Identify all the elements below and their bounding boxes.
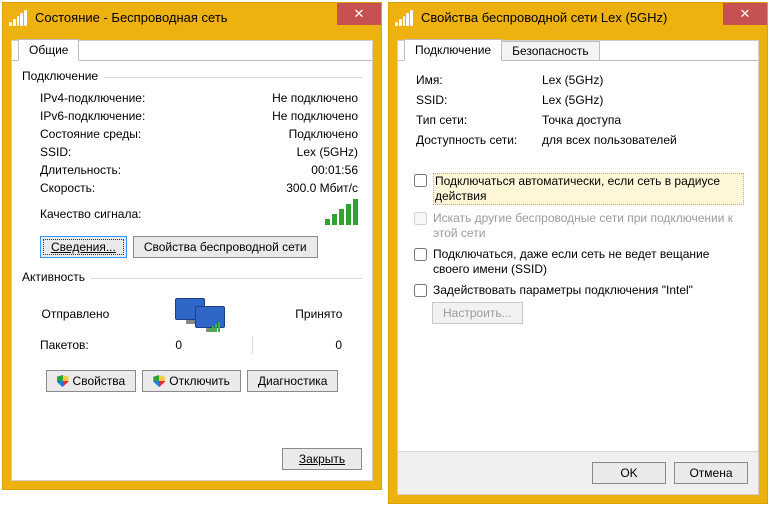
wifi-icon — [9, 10, 27, 26]
status-window: Состояние - Беспроводная сеть ✕ Общие По… — [2, 2, 382, 490]
sent-label: Отправлено — [42, 307, 110, 321]
availability-value: для всех пользователей — [542, 133, 744, 147]
signal-label: Качество сигнала: — [22, 197, 219, 230]
shield-icon — [57, 375, 69, 387]
ipv4-value: Не подключено — [219, 89, 362, 107]
cancel-button[interactable]: Отмена — [674, 462, 748, 484]
disable-button[interactable]: Отключить — [142, 370, 241, 392]
titlebar[interactable]: Свойства беспроводной сети Lex (5GHz) ✕ — [389, 3, 767, 32]
ssid-label: SSID: — [412, 93, 542, 107]
speed-label: Скорость: — [22, 179, 219, 197]
shield-icon — [153, 375, 165, 387]
intel-params-checkbox[interactable] — [414, 284, 427, 297]
availability-label: Доступность сети: — [412, 133, 542, 147]
intel-params-label[interactable]: Задействовать параметры подключения "Int… — [433, 283, 744, 298]
wireless-properties-button[interactable]: Свойства беспроводной сети — [133, 236, 318, 258]
name-value: Lex (5GHz) — [542, 73, 744, 87]
packets-label: Пакетов: — [22, 338, 122, 352]
search-other-checkbox — [414, 212, 427, 225]
tab-connection[interactable]: Подключение — [404, 39, 502, 61]
nettype-value: Точка доступа — [542, 113, 744, 127]
ssid-label: SSID: — [22, 143, 219, 161]
wifi-icon — [395, 10, 413, 26]
titlebar[interactable]: Состояние - Беспроводная сеть ✕ — [3, 3, 381, 32]
name-label: Имя: — [412, 73, 542, 87]
packets-recv: 0 — [282, 338, 362, 352]
close-icon[interactable]: ✕ — [723, 3, 767, 25]
properties-window: Свойства беспроводной сети Lex (5GHz) ✕ … — [388, 2, 768, 504]
window-title: Свойства беспроводной сети Lex (5GHz) — [421, 10, 667, 25]
connection-table: IPv4-подключение: Не подключено IPv6-под… — [22, 89, 362, 230]
ssid-value: Lex (5GHz) — [219, 143, 362, 161]
close-button[interactable]: Закрыть — [282, 448, 362, 470]
packets-sent: 0 — [122, 338, 222, 352]
recv-label: Принято — [295, 307, 342, 321]
signal-bars-icon — [219, 197, 362, 230]
duration-label: Длительность: — [22, 161, 219, 179]
diagnose-button[interactable]: Диагностика — [247, 370, 339, 392]
media-state-label: Состояние среды: — [22, 125, 219, 143]
window-title: Состояние - Беспроводная сеть — [35, 10, 228, 25]
search-other-label: Искать другие беспроводные сети при подк… — [433, 211, 744, 241]
activity-graphic: Отправлено Принято — [22, 294, 362, 334]
hidden-ssid-label[interactable]: Подключаться, даже если сеть не ведет ве… — [433, 247, 744, 277]
tab-security[interactable]: Безопасность — [501, 41, 600, 61]
duration-value: 00:01:56 — [219, 161, 362, 179]
configure-button: Настроить... — [432, 302, 523, 324]
ssid-value: Lex (5GHz) — [542, 93, 744, 107]
nettype-label: Тип сети: — [412, 113, 542, 127]
ok-button[interactable]: OK — [592, 462, 666, 484]
group-connection-label: Подключение — [22, 69, 98, 83]
speed-value: 300.0 Мбит/с — [219, 179, 362, 197]
media-state-value: Подключено — [219, 125, 362, 143]
network-monitors-icon — [175, 294, 229, 334]
properties-button[interactable]: Свойства — [46, 370, 137, 392]
hidden-ssid-checkbox[interactable] — [414, 248, 427, 261]
group-activity-label: Активность — [22, 270, 85, 284]
ipv6-label: IPv6-подключение: — [22, 107, 219, 125]
autoconnect-checkbox[interactable] — [414, 174, 427, 187]
details-button[interactable]: Сведения... — [40, 236, 127, 258]
close-icon[interactable]: ✕ — [337, 3, 381, 25]
ipv4-label: IPv4-подключение: — [22, 89, 219, 107]
tab-general[interactable]: Общие — [18, 39, 79, 61]
autoconnect-label[interactable]: Подключаться автоматически, если сеть в … — [433, 173, 744, 205]
ipv6-value: Не подключено — [219, 107, 362, 125]
